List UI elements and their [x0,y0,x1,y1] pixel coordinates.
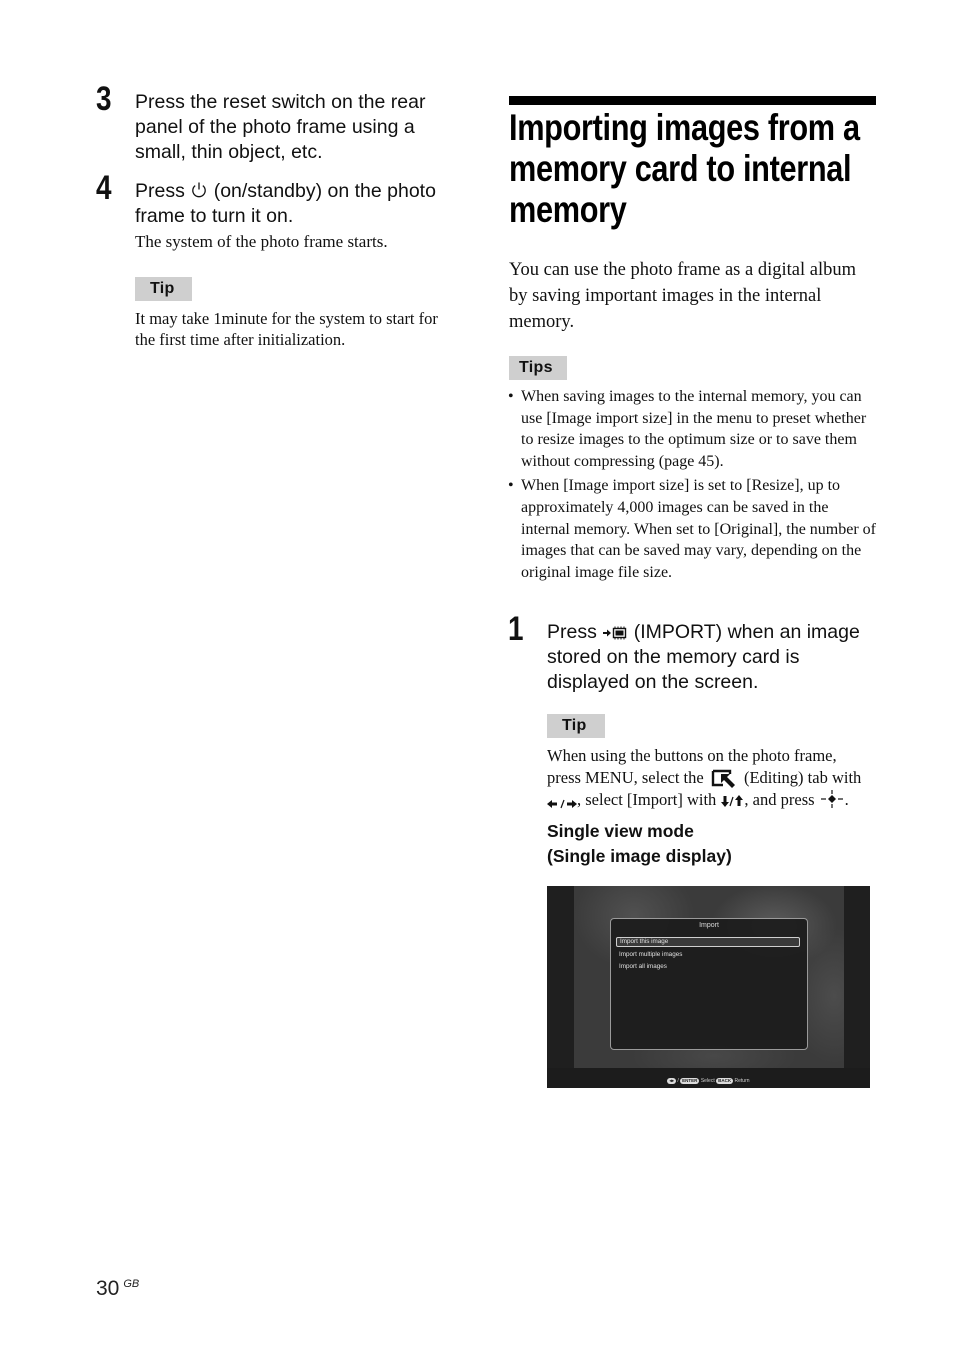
menu-item-import-multiple-images[interactable]: Import multiple images [616,950,800,960]
hint-select: Select [700,1078,715,1084]
tips-item-text: When [Image import size] is set to [Resi… [521,477,877,581]
step-number-1: 1 [508,610,524,648]
hint-return: Return [734,1078,750,1084]
page-region: GB [123,1278,140,1290]
step-1-text-before: Press [547,621,597,643]
tips-label: Tips [509,356,567,380]
title-rule [509,96,876,105]
bullet: • [508,477,514,495]
tip-text: It may take 1minute for the system to st… [135,309,438,349]
screen-mockup: Import Import this image Import multiple… [547,886,870,1088]
subhead: Single view mode (Single image display) [547,819,732,869]
tip-step1-text: When using the buttons on the photo fram… [547,745,887,811]
dialog-title: Import [699,922,719,929]
step-4-text-before: Press [135,180,185,202]
editing-tab-icon [710,768,738,788]
step-4-text: Press (on/standby) on the photo frame to… [135,179,465,229]
power-standby-icon [190,181,208,199]
down-up-arrows-icon [720,792,744,808]
tips-list-item: • When saving images to the internal memo… [508,386,876,472]
step-3-text: Press the reset switch on the rear panel… [135,91,426,163]
page-title: Importing images from a memory card to i… [509,107,860,230]
back-key: BACK [716,1078,734,1084]
tip-line-2: press MENU, select the (Editing) tab wit… [547,767,887,789]
tip-line-3-c: . [844,790,849,809]
tip-line-2-a: press MENU, select the [547,768,704,787]
import-dialog: Import Import this image Import multiple… [610,918,808,1050]
tip-label: Tip [135,277,192,301]
enter-key: ENTER [680,1078,700,1084]
step-number-3: 3 [96,80,112,118]
tip-line-3-a: , select [Import] with [577,790,717,809]
subhead-line-2: (Single image display) [547,846,732,866]
intro-paragraph: You can use the photo frame as a digital… [509,260,856,332]
step-4-note: The system of the photo frame starts. [135,232,388,251]
tips-list: • When saving images to the internal memo… [508,386,876,586]
import-icon [602,623,628,640]
tips-item-text: When saving images to the internal memor… [521,388,867,470]
nav-keys-icon: ◂▸ [667,1078,676,1084]
step-number-4: 4 [96,169,112,207]
page-number-value: 30 [96,1277,120,1300]
page-number: 30 GB [96,1277,139,1301]
subhead-line-1: Single view mode [547,821,694,841]
tip-line-3: , select [Import] with , and press . [547,789,887,811]
left-right-arrows-icon [547,794,577,808]
menu-item-import-this-image[interactable]: Import this image [616,937,800,947]
step-1-text: Press (IMPORT) when an image stored on t… [547,620,877,695]
tip-line-3-b: , and press [744,790,815,809]
hint-sep: / [677,1078,679,1084]
enter-button-icon [819,789,845,809]
bullet: • [508,388,514,405]
menu-item-import-all-images[interactable]: Import all images [616,962,800,972]
tip-label-step1: Tip [547,714,605,738]
tip-line-1: When using the buttons on the photo fram… [547,746,837,765]
tips-list-item: • When [Image import size] is set to [Res… [508,475,876,583]
tip-line-2-b: (Editing) tab with [743,768,862,787]
hint-text: ◂▸ / ENTER Select BACK Return [547,1078,870,1084]
